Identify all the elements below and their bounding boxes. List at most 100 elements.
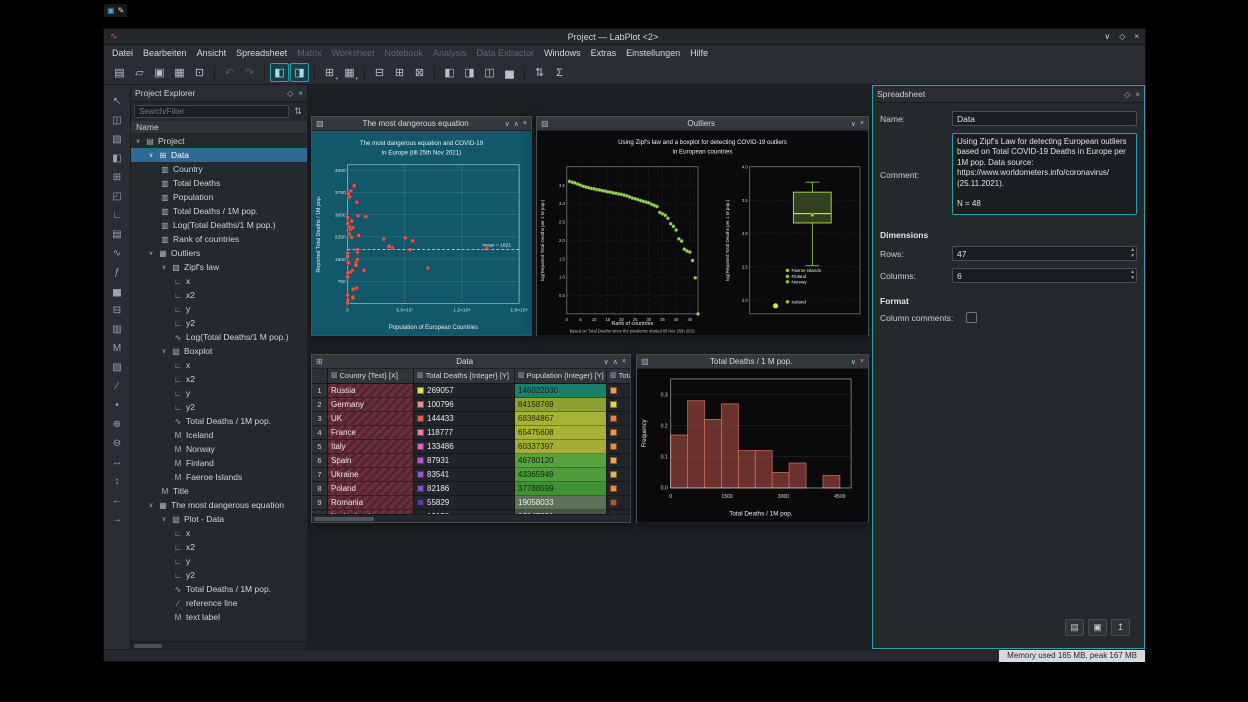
deaths-per-1m-cell[interactable] xyxy=(607,384,630,398)
expander-icon[interactable]: ∨ xyxy=(160,515,168,523)
column-comments-checkbox[interactable] xyxy=(966,312,977,323)
tree-item[interactable]: ∟ y xyxy=(131,554,307,568)
tree-item[interactable]: ∟ x xyxy=(131,358,307,372)
menu-item[interactable]: Data Extractor xyxy=(472,45,540,61)
row-number[interactable]: 5 xyxy=(312,440,328,454)
add-plot-four-axes-icon[interactable]: ⊞ xyxy=(108,168,127,187)
deaths-per-1m-cell[interactable] xyxy=(607,496,630,510)
subwindow-titlebar[interactable]: ⊞ Data ∨ ∧ × xyxy=(312,355,630,369)
row-number[interactable]: 9 xyxy=(312,496,328,510)
minimize-button[interactable]: ∨ xyxy=(1104,32,1110,41)
undo-button[interactable]: ↶ xyxy=(220,63,239,82)
subwindow-titlebar[interactable]: ▧ Outliers ∨ × xyxy=(537,117,868,131)
close-button[interactable]: × xyxy=(1134,32,1139,41)
table-row[interactable]: 2 Germany 100796 84158769 xyxy=(312,398,630,412)
tree-item[interactable]: ▥ Country xyxy=(131,162,307,176)
add-image-icon[interactable]: ▨ xyxy=(108,358,127,377)
tree-item[interactable]: ∟ y xyxy=(131,302,307,316)
total-deaths-cell[interactable]: 144433 xyxy=(414,412,515,426)
tree-column-header[interactable]: Name xyxy=(131,121,307,134)
menu-item[interactable]: Ansicht xyxy=(192,45,232,61)
expander-icon[interactable]: ∨ xyxy=(147,151,155,159)
country-cell[interactable]: Russia xyxy=(328,384,414,398)
tree-item[interactable]: ∟ y2 xyxy=(131,568,307,582)
toggle-project-explorer-button[interactable]: ◧ xyxy=(270,63,289,82)
scrollbar-thumb[interactable] xyxy=(314,517,374,521)
rows-spinner[interactable] xyxy=(952,246,1137,261)
tree-item[interactable]: ∕ reference line xyxy=(131,596,307,610)
add-plot-two-axes-icon[interactable]: ◧ xyxy=(108,149,127,168)
scatter-plot-canvas[interactable]: The most dangerous equation and COVID-19… xyxy=(312,131,531,335)
tree-item[interactable]: ∨ ▧ Zipf's law xyxy=(131,260,307,274)
menu-item[interactable]: Matrix xyxy=(292,45,327,61)
toolbar-separator[interactable] xyxy=(360,63,369,82)
window-titlebar[interactable]: ∿ Project — LabPlot <2> ∨ ◇ × xyxy=(104,29,1145,45)
add-barplot-icon[interactable]: ▥ xyxy=(108,320,127,339)
template-gallery-button[interactable]: ▤ xyxy=(1065,619,1084,636)
tree-item[interactable]: ∿ Log(Total Deaths/1 M pop.) xyxy=(131,330,307,344)
total-deaths-cell[interactable]: 55829 xyxy=(414,496,515,510)
insert-column-left-button[interactable]: ◧ xyxy=(440,63,459,82)
comment-field[interactable]: Using Zipf's Law for detecting European … xyxy=(952,133,1137,215)
country-cell[interactable]: Ukraine xyxy=(328,468,414,482)
population-cell[interactable]: 43365949 xyxy=(515,468,607,482)
new-project-button[interactable]: ▤ xyxy=(110,63,129,82)
population-cell[interactable]: 46780120 xyxy=(515,454,607,468)
total-deaths-cell[interactable]: 87931 xyxy=(414,454,515,468)
close-button[interactable]: × xyxy=(622,358,626,366)
tree-item[interactable]: ∟ x xyxy=(131,274,307,288)
row-number[interactable]: 3 xyxy=(312,412,328,426)
shade-button[interactable]: ∨ xyxy=(505,120,510,128)
menu-item[interactable]: Extras xyxy=(586,45,622,61)
sort-button[interactable]: ⇅ xyxy=(530,63,549,82)
row-number[interactable]: 1 xyxy=(312,384,328,398)
float-dock-button[interactable]: ◇ xyxy=(1124,90,1130,99)
close-dock-button[interactable]: × xyxy=(298,89,303,98)
country-cell[interactable]: Italy xyxy=(328,440,414,454)
row-number[interactable]: 2 xyxy=(312,398,328,412)
population-cell[interactable]: 19058033 xyxy=(515,496,607,510)
add-plot-template-icon[interactable]: ◰ xyxy=(108,187,127,206)
scrollbar-thumb[interactable] xyxy=(134,644,162,648)
restore-button[interactable]: ∧ xyxy=(613,358,618,366)
country-cell[interactable]: Poland xyxy=(328,482,414,496)
add-axis-icon[interactable]: ∟ xyxy=(108,206,127,225)
subwindow-titlebar[interactable]: ▧ The most dangerous equation ∨ ∧ × xyxy=(312,117,531,131)
add-legend-icon[interactable]: ▤ xyxy=(108,225,127,244)
plot-data-button[interactable]: ▅ xyxy=(500,63,519,82)
table-row[interactable]: 9 Romania 55829 19058033 xyxy=(312,496,630,510)
tree-item[interactable]: ∿ Total Deaths / 1M pop. xyxy=(131,414,307,428)
auto-scale-x-icon[interactable]: ↔ xyxy=(108,453,127,472)
spin-down-icon[interactable]: ▾ xyxy=(1131,275,1134,281)
search-input[interactable] xyxy=(134,105,289,118)
restore-button[interactable]: ∧ xyxy=(514,120,519,128)
menu-item[interactable]: Hilfe xyxy=(685,45,713,61)
country-cell[interactable]: France xyxy=(328,426,414,440)
tree-item[interactable]: ∿ Total Deaths / 1M pop. xyxy=(131,582,307,596)
row-number[interactable]: 6 xyxy=(312,454,328,468)
tree-item[interactable]: M Faeroe Islands xyxy=(131,470,307,484)
menu-item[interactable]: Einstellungen xyxy=(621,45,685,61)
toolbar-separator[interactable] xyxy=(310,63,319,82)
add-boxplot-icon[interactable]: ⊟ xyxy=(108,301,127,320)
new-worksheet-button[interactable]: ▦ ▾ xyxy=(340,63,359,82)
insert-row-below-button[interactable]: ⊞ xyxy=(390,63,409,82)
print-button[interactable]: ▦ xyxy=(170,63,189,82)
deaths-per-1m-cell[interactable] xyxy=(607,440,630,454)
table-row[interactable]: 1 Russia 269057 146022030 xyxy=(312,384,630,398)
horizontal-scrollbar[interactable] xyxy=(131,641,307,649)
zoom-out-icon[interactable]: ⊖ xyxy=(108,434,127,453)
remove-row-button[interactable]: ⊠ xyxy=(410,63,429,82)
tree-item[interactable]: M Norway xyxy=(131,442,307,456)
population-cell[interactable]: 84158769 xyxy=(515,398,607,412)
histogram-canvas[interactable]: 0.00.10.20.30150030004500Total Deaths / … xyxy=(637,369,868,523)
toggle-properties-explorer-button[interactable]: ◨ xyxy=(290,63,309,82)
close-dock-button[interactable]: × xyxy=(1135,90,1140,99)
population-cell[interactable]: 60337397 xyxy=(515,440,607,454)
tree-item[interactable]: ∨ ⊞ Data xyxy=(131,148,307,162)
spin-down-icon[interactable]: ▾ xyxy=(1131,253,1134,259)
deaths-per-1m-cell[interactable] xyxy=(607,468,630,482)
redo-button[interactable]: ↷ xyxy=(240,63,259,82)
tree-item[interactable]: ▥ Population xyxy=(131,190,307,204)
tree-item[interactable]: ∟ y2 xyxy=(131,400,307,414)
